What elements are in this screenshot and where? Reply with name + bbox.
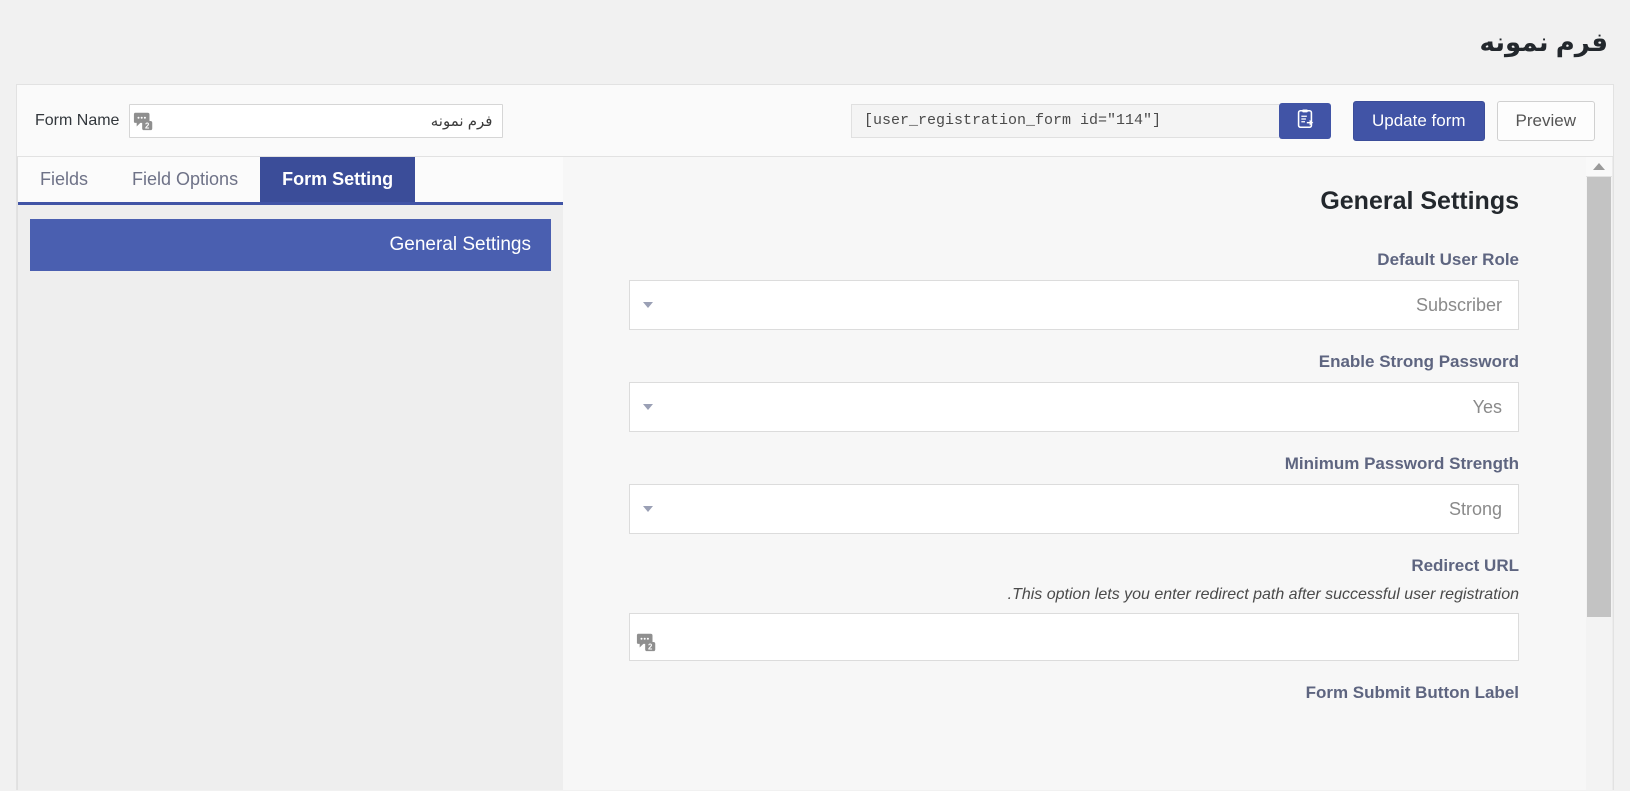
builder-body: Fields Field Options Form Setting Genera… — [17, 157, 1613, 790]
sidebar-item-label: General Settings — [389, 234, 531, 255]
field-label: Minimum Password Strength — [1284, 454, 1519, 473]
sidebar-content: General Settings — [18, 205, 563, 271]
form-name-label: Form Name — [35, 111, 120, 129]
copy-shortcode-button[interactable] — [1278, 102, 1331, 139]
toolbar-actions: Update form Preview — [1352, 100, 1595, 141]
field-help-text: This option lets you enter redirect path… — [1007, 586, 1519, 603]
scrollbar-thumb[interactable] — [1586, 177, 1611, 617]
sidebar-item-general-settings[interactable]: General Settings — [30, 219, 551, 271]
select-value: Strong — [1448, 498, 1502, 519]
form-name-group: Form Name 2 — [35, 103, 504, 138]
chevron-down-icon — [643, 506, 653, 512]
field-label: Enable Strong Password — [1318, 352, 1519, 371]
form-builder-panel: Form Name 2 — [16, 84, 1614, 790]
clipboard-copy-icon — [1294, 108, 1316, 133]
minimum-password-strength-select[interactable]: Strong — [629, 484, 1519, 534]
redirect-url-input[interactable] — [630, 614, 1518, 660]
form-name-input[interactable] — [129, 103, 504, 138]
tab-fields[interactable]: Fields — [18, 157, 111, 202]
field-enable-strong-password: Enable Strong Password Yes — [629, 352, 1519, 432]
builder-toolbar: Form Name 2 — [17, 85, 1613, 157]
sidebar-tabs: Fields Field Options Form Setting — [18, 157, 563, 205]
section-title: General Settings — [1320, 187, 1519, 215]
field-default-user-role: Default User Role Subscriber — [629, 250, 1519, 330]
field-label: Form Submit Button Label — [1305, 683, 1519, 702]
tabs-spacer — [415, 157, 563, 202]
select-value: Yes — [1472, 396, 1502, 417]
field-form-submit-button-label: Form Submit Button Label — [629, 683, 1519, 703]
page-header: فرم نمونه — [0, 0, 1630, 84]
chevron-up-icon — [1592, 163, 1605, 170]
enable-strong-password-select[interactable]: Yes — [629, 382, 1519, 432]
shortcode-input[interactable] — [850, 103, 1279, 138]
redirect-url-input-wrapper: 2 — [629, 613, 1519, 661]
field-minimum-password-strength: Minimum Password Strength Strong — [629, 454, 1519, 534]
canvas-wrapper: General Settings Default User Role Subsc… — [563, 157, 1613, 790]
page-title: فرم نمونه — [1479, 26, 1608, 57]
settings-canvas: General Settings Default User Role Subsc… — [563, 157, 1585, 790]
default-user-role-select[interactable]: Subscriber — [629, 280, 1519, 330]
form-name-input-wrapper: 2 — [129, 103, 504, 138]
scroll-up-button[interactable] — [1585, 157, 1612, 177]
settings-sidebar: Fields Field Options Form Setting Genera… — [17, 157, 563, 790]
shortcode-group — [850, 102, 1331, 139]
update-form-button[interactable]: Update form — [1352, 100, 1485, 141]
canvas-scrollbar[interactable] — [1585, 157, 1613, 790]
chevron-down-icon — [643, 302, 653, 308]
preview-button[interactable]: Preview — [1496, 100, 1595, 141]
scrollbar-track[interactable] — [1585, 177, 1612, 790]
tab-field-options[interactable]: Field Options — [110, 157, 261, 202]
field-label: Default User Role — [1377, 250, 1519, 269]
field-redirect-url: Redirect URL This option lets you enter … — [629, 556, 1519, 661]
select-value: Subscriber — [1415, 294, 1502, 315]
chevron-down-icon — [643, 404, 653, 410]
tab-form-setting[interactable]: Form Setting — [260, 157, 416, 202]
field-label: Redirect URL — [1411, 556, 1519, 575]
